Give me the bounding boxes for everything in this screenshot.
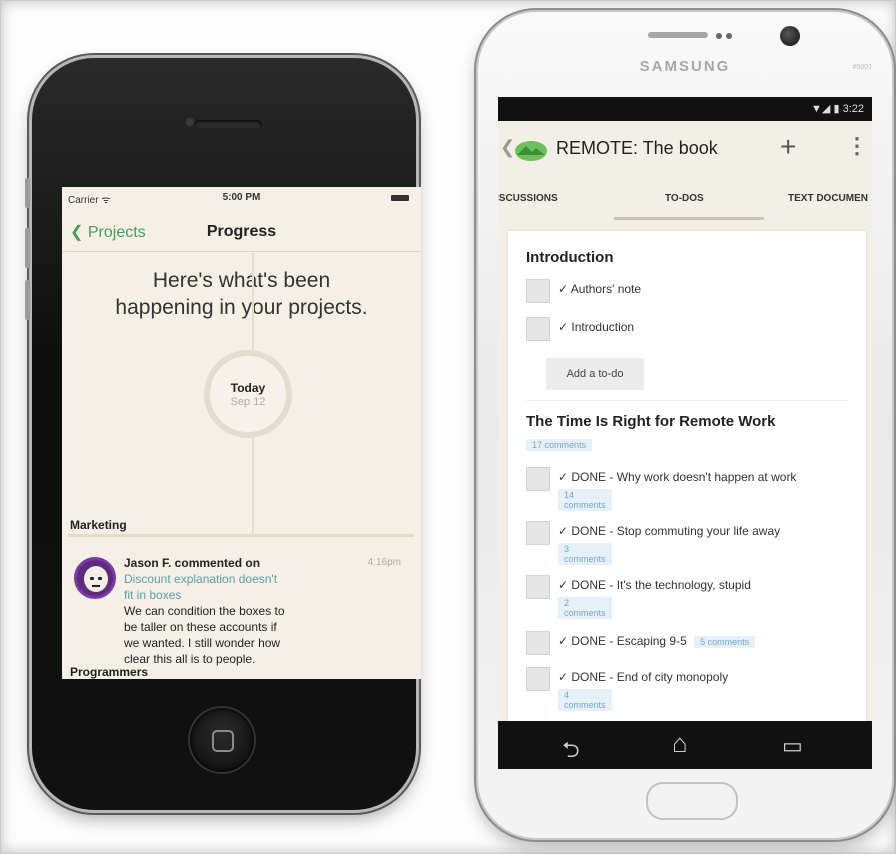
status-time: 3:22 bbox=[842, 103, 864, 115]
mute-switch bbox=[25, 178, 30, 208]
back-icon[interactable]: ❮ bbox=[500, 137, 515, 158]
headline: Here's what's been happening in your pro… bbox=[62, 267, 421, 321]
todo-card: Introduction ✓ Authors' note ✓ Introduct… bbox=[508, 231, 866, 721]
avatar[interactable] bbox=[74, 557, 116, 599]
comment-body: be taller on these accounts if bbox=[124, 620, 277, 634]
android-nav-bar: ⮌ ⌂ ▭ bbox=[498, 721, 872, 769]
overflow-menu-icon[interactable]: ⋮ bbox=[846, 133, 868, 159]
list-title[interactable]: The Time Is Right for Remote Work bbox=[526, 413, 775, 430]
battery-icon bbox=[391, 195, 409, 201]
earpiece-speaker bbox=[194, 120, 262, 130]
iphone-screen: Carrier ᯤ 5:00 PM ❮ Projects Progress He… bbox=[62, 187, 421, 679]
todo-text: ✓ DONE - Stop commuting your life away bbox=[558, 524, 781, 538]
todo-text: ✓ DONE - It's the technology, stupid bbox=[558, 578, 751, 592]
comment-time: 4:16pm bbox=[367, 557, 401, 568]
comment-count-badge[interactable]: 14 comments bbox=[558, 489, 612, 511]
comment-item[interactable]: Jason F. commented on Discount explanati… bbox=[124, 555, 384, 667]
sensor-dot bbox=[726, 33, 732, 39]
timeline-today-marker[interactable]: Today Sep 12 bbox=[204, 350, 292, 438]
section-programmers: Programmers bbox=[70, 665, 149, 679]
comment-body: We can condition the boxes to bbox=[124, 604, 285, 618]
headline-line-2: happening in your projects. bbox=[115, 296, 368, 319]
comment-body: we wanted. I still wonder how bbox=[124, 636, 281, 650]
status-icons: ▼◢ ▮ 3:22 bbox=[811, 102, 864, 115]
comment-link[interactable]: Discount explanation doesn't bbox=[124, 571, 384, 587]
project-title: REMOTE: The book bbox=[556, 138, 718, 158]
comment-link[interactable]: fit in boxes bbox=[124, 587, 384, 603]
basecamp-logo-icon bbox=[515, 141, 547, 161]
avatar-face bbox=[84, 566, 108, 592]
todo-text-label: ✓ DONE - Escaping 9-5 bbox=[558, 634, 687, 648]
comment-count-badge[interactable]: 4 comments bbox=[558, 689, 612, 711]
home-button[interactable] bbox=[190, 708, 254, 772]
hardware-home-button[interactable] bbox=[646, 782, 738, 820]
timeline-date: Sep 12 bbox=[230, 396, 266, 408]
avatar-eye bbox=[90, 577, 94, 580]
earpiece-speaker bbox=[648, 32, 708, 38]
todo-checkbox[interactable] bbox=[526, 521, 550, 545]
active-tab-indicator bbox=[614, 217, 764, 220]
signal-icon: ▼◢ bbox=[811, 103, 831, 115]
android-screen: ▼◢ ▮ 3:22 ❮ REMOTE: The book + ⋮ ISCUSSI… bbox=[498, 97, 872, 769]
brand-logo: SAMSUNG bbox=[639, 58, 731, 75]
list-title[interactable]: Introduction bbox=[526, 249, 613, 266]
todo-checkbox[interactable] bbox=[526, 317, 550, 341]
todo-text: ✓ DONE - End of city monopoly bbox=[558, 670, 729, 684]
timeline-day: Today bbox=[230, 381, 266, 395]
todo-content: Introduction ✓ Authors' note ✓ Introduct… bbox=[498, 221, 872, 721]
todo-checkbox[interactable] bbox=[526, 667, 550, 691]
todo-text: ✓ DONE - Escaping 9-5 5 comments bbox=[558, 634, 756, 648]
status-bar: ▼◢ ▮ 3:22 bbox=[498, 97, 872, 121]
status-bar: Carrier ᯤ 5:00 PM bbox=[62, 187, 421, 211]
timeline-line bbox=[252, 253, 254, 353]
section-divider bbox=[68, 534, 414, 537]
comment-author: Jason F. commented on bbox=[124, 556, 261, 570]
todo-text: ✓ DONE - Why work doesn't happen at work bbox=[558, 470, 797, 484]
back-nav-icon[interactable]: ⮌ bbox=[562, 733, 580, 769]
tab-text-documents[interactable]: TEXT DOCUMEN bbox=[788, 193, 868, 204]
avatar-eye bbox=[98, 577, 102, 580]
add-todo-button[interactable]: Add a to-do bbox=[546, 358, 644, 390]
nav-bar: ❮ Projects Progress bbox=[62, 211, 421, 252]
todo-checkbox[interactable] bbox=[526, 279, 550, 303]
todo-checkbox[interactable] bbox=[526, 467, 550, 491]
tab-bar: ISCUSSIONS TO-DOS TEXT DOCUMEN bbox=[498, 177, 872, 222]
todo-checkbox[interactable] bbox=[526, 631, 550, 655]
recent-apps-icon[interactable]: ▭ bbox=[782, 733, 803, 759]
list-comments[interactable]: 17 comments bbox=[526, 435, 593, 453]
model-label: #5001 bbox=[852, 64, 872, 71]
front-camera bbox=[780, 26, 800, 46]
headline-line-1: Here's what's been bbox=[152, 269, 331, 292]
todo-text: ✓ Introduction bbox=[558, 320, 635, 334]
comment-count-badge[interactable]: 2 comments bbox=[558, 597, 612, 619]
volume-up-button bbox=[25, 228, 30, 268]
comment-count-badge: 17 comments bbox=[526, 439, 593, 451]
timeline-line bbox=[252, 438, 254, 534]
add-icon[interactable]: + bbox=[780, 131, 796, 163]
comment-body: clear this all is to people. bbox=[124, 652, 256, 666]
comment-count-badge[interactable]: 5 comments bbox=[694, 636, 756, 648]
iphone-device: Carrier ᯤ 5:00 PM ❮ Projects Progress He… bbox=[25, 58, 421, 810]
todo-text: ✓ Authors' note bbox=[558, 282, 642, 296]
todo-checkbox[interactable] bbox=[526, 575, 550, 599]
avatar-mouth bbox=[92, 585, 100, 587]
samsung-device: SAMSUNG #5001 ▼◢ ▮ 3:22 ❮ REMOTE: The bo… bbox=[478, 12, 892, 838]
page-title: Progress bbox=[206, 223, 277, 240]
app-bar: ❮ REMOTE: The book + ⋮ bbox=[498, 121, 872, 177]
home-nav-icon[interactable]: ⌂ bbox=[672, 728, 688, 759]
tab-discussions[interactable]: ISCUSSIONS bbox=[498, 193, 558, 204]
home-square-icon bbox=[212, 730, 234, 752]
sensor-dot bbox=[716, 33, 722, 39]
list-divider bbox=[526, 400, 848, 401]
comment-count-badge[interactable]: 3 comments bbox=[558, 543, 612, 565]
battery-icon: ▮ bbox=[833, 103, 840, 115]
volume-down-button bbox=[25, 280, 30, 320]
section-marketing: Marketing bbox=[70, 518, 127, 532]
status-time: 5:00 PM bbox=[222, 192, 261, 203]
tab-todos[interactable]: TO-DOS bbox=[665, 193, 704, 204]
